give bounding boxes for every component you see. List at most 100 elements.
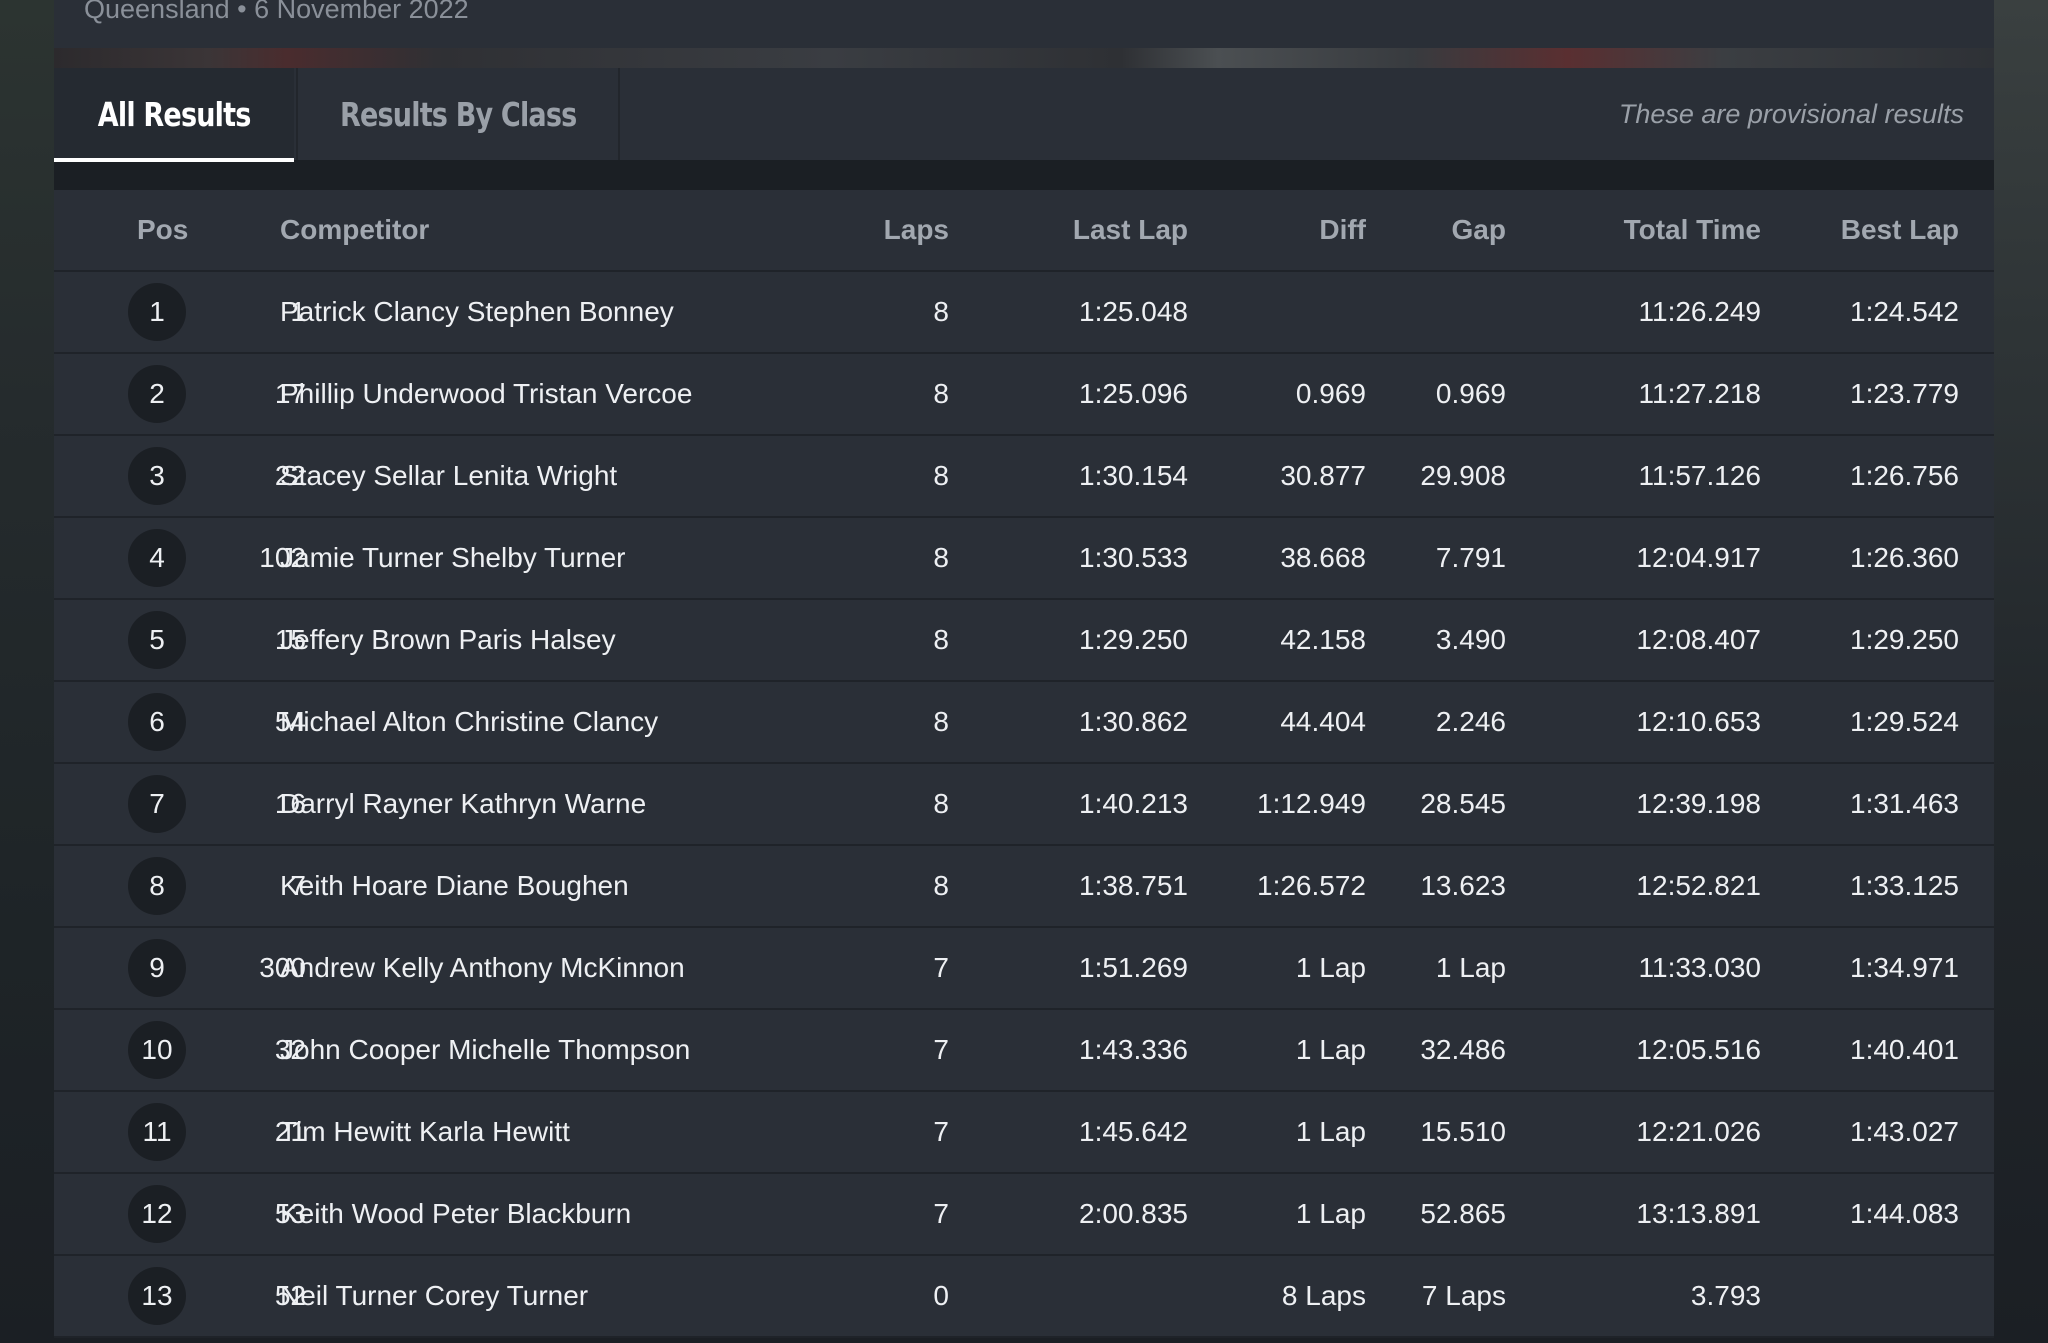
total-time-value: 11:57.126 — [1638, 460, 1762, 491]
position-badge: 7 — [128, 775, 186, 833]
column-header-pos[interactable]: Pos — [137, 190, 188, 270]
best-lap-value: 1:40.401 — [1850, 1034, 1959, 1065]
gap-value: 28.545 — [1420, 788, 1506, 819]
competitor-name[interactable]: Patrick Clancy Stephen Bonney — [280, 272, 674, 352]
last-lap-value: 1:38.751 — [1079, 870, 1188, 901]
gap-value: 7 Laps — [1421, 1280, 1506, 1311]
gap-value: 1 Lap — [1435, 952, 1506, 983]
position-badge: 1 — [128, 283, 186, 341]
laps-value: 7 — [933, 952, 949, 983]
best-lap-value: 1:44.083 — [1850, 1198, 1959, 1229]
tab-all-results[interactable]: All Results — [54, 68, 294, 162]
competitor-name[interactable]: Michael Alton Christine Clancy — [280, 682, 658, 762]
diff-value: 8 Laps — [1281, 1280, 1366, 1311]
total-time-value: 12:21.026 — [1636, 1116, 1761, 1147]
best-lap-value: 1:24.542 — [1850, 296, 1959, 327]
laps-value: 8 — [933, 706, 949, 737]
diff-value: 0.969 — [1295, 378, 1366, 409]
laps-value: 8 — [933, 460, 949, 491]
column-header-total-time[interactable]: Total Time — [1624, 190, 1761, 270]
total-time-value: 11:33.030 — [1638, 952, 1762, 983]
competitor-name[interactable]: John Cooper Michelle Thompson — [280, 1010, 690, 1090]
tab-results-by-class-label: Results By Class — [339, 94, 577, 134]
competitor-name[interactable]: Stacey Sellar Lenita Wright — [280, 436, 617, 516]
competitor-name[interactable]: Tim Hewitt Karla Hewitt — [280, 1092, 570, 1172]
diff-value: 1:12.949 — [1257, 788, 1366, 819]
best-lap-value: 1:29.250 — [1850, 624, 1959, 655]
gap-value: 32.486 — [1420, 1034, 1506, 1065]
table-row[interactable]: 12 53 Keith Wood Peter Blackburn 7 2:00.… — [54, 1174, 1994, 1256]
competitor-name[interactable]: Jamie Turner Shelby Turner — [280, 518, 626, 598]
competitor-name[interactable]: Phillip Underwood Tristan Vercoe — [280, 354, 692, 434]
table-row[interactable]: 11 21 Tim Hewitt Karla Hewitt 7 1:45.642… — [54, 1092, 1994, 1174]
best-lap-value: 1:33.125 — [1850, 870, 1959, 901]
best-lap-value: 1:26.756 — [1850, 460, 1959, 491]
table-row[interactable]: 1 1 Patrick Clancy Stephen Bonney 8 1:25… — [54, 272, 1994, 354]
total-time-value: 12:10.653 — [1636, 706, 1761, 737]
best-lap-value: 1:23.779 — [1850, 378, 1959, 409]
laps-value: 7 — [933, 1116, 949, 1147]
total-time-value: 11:27.218 — [1638, 378, 1762, 409]
position-badge: 13 — [128, 1267, 186, 1325]
table-row[interactable]: 6 54 Michael Alton Christine Clancy 8 1:… — [54, 682, 1994, 764]
table-row[interactable]: 8 7 Keith Hoare Diane Boughen 8 1:38.751… — [54, 846, 1994, 928]
total-time-value: 12:08.407 — [1636, 624, 1761, 655]
position-badge: 2 — [128, 365, 186, 423]
table-body: 1 1 Patrick Clancy Stephen Bonney 8 1:25… — [54, 272, 1994, 1338]
column-header-competitor[interactable]: Competitor — [280, 190, 429, 270]
table-row[interactable]: 2 17 Phillip Underwood Tristan Vercoe 8 … — [54, 354, 1994, 436]
laps-value: 8 — [933, 542, 949, 573]
background-right — [1994, 0, 2048, 1343]
position-badge: 3 — [128, 447, 186, 505]
table-row[interactable]: 3 22 Stacey Sellar Lenita Wright 8 1:30.… — [54, 436, 1994, 518]
event-banner-image — [54, 48, 1994, 68]
laps-value: 8 — [933, 624, 949, 655]
diff-value: 1:26.572 — [1257, 870, 1366, 901]
gap-value: 15.510 — [1420, 1116, 1506, 1147]
table-row[interactable]: 9 300 Andrew Kelly Anthony McKinnon 7 1:… — [54, 928, 1994, 1010]
total-time-value: 12:39.198 — [1636, 788, 1761, 819]
table-row[interactable]: 7 16 Darryl Rayner Kathryn Warne 8 1:40.… — [54, 764, 1994, 846]
event-subtitle: Queensland • 6 November 2022 — [84, 0, 469, 24]
position-badge: 4 — [128, 529, 186, 587]
last-lap-value: 1:25.048 — [1079, 296, 1188, 327]
laps-value: 8 — [933, 870, 949, 901]
total-time-value: 12:52.821 — [1636, 870, 1761, 901]
last-lap-value: 2:00.835 — [1079, 1198, 1188, 1229]
last-lap-value: 1:45.642 — [1079, 1116, 1188, 1147]
column-header-best-lap[interactable]: Best Lap — [1841, 190, 1959, 270]
competitor-name[interactable]: Neil Turner Corey Turner — [280, 1256, 588, 1336]
last-lap-value: 1:30.154 — [1079, 460, 1188, 491]
diff-value: 1 Lap — [1295, 1198, 1366, 1229]
column-header-gap[interactable]: Gap — [1452, 190, 1506, 270]
column-header-laps[interactable]: Laps — [884, 190, 949, 270]
best-lap-value: 1:29.524 — [1850, 706, 1959, 737]
competitor-name[interactable]: Keith Hoare Diane Boughen — [280, 846, 629, 926]
table-row[interactable]: 4 102 Jamie Turner Shelby Turner 8 1:30.… — [54, 518, 1994, 600]
gap-value: 13.623 — [1420, 870, 1506, 901]
last-lap-value: 1:25.096 — [1079, 378, 1188, 409]
column-header-last-lap[interactable]: Last Lap — [1073, 190, 1188, 270]
competitor-name[interactable]: Darryl Rayner Kathryn Warne — [280, 764, 646, 844]
diff-value: 1 Lap — [1295, 952, 1366, 983]
position-badge: 12 — [128, 1185, 186, 1243]
diff-value: 1 Lap — [1295, 1116, 1366, 1147]
laps-value: 7 — [933, 1198, 949, 1229]
competitor-name[interactable]: Jeffery Brown Paris Halsey — [280, 600, 616, 680]
table-row[interactable]: 13 52 Neil Turner Corey Turner 0 8 Laps … — [54, 1256, 1994, 1338]
tab-results-by-class[interactable]: Results By Class — [296, 68, 620, 160]
position-badge: 10 — [128, 1021, 186, 1079]
gap-value: 52.865 — [1420, 1198, 1506, 1229]
best-lap-value: 1:26.360 — [1850, 542, 1959, 573]
position-badge: 9 — [128, 939, 186, 997]
last-lap-value: 1:43.336 — [1079, 1034, 1188, 1065]
laps-value: 8 — [933, 788, 949, 819]
column-header-diff[interactable]: Diff — [1319, 190, 1366, 270]
position-badge: 8 — [128, 857, 186, 915]
best-lap-value: 1:43.027 — [1850, 1116, 1959, 1147]
table-row[interactable]: 10 32 John Cooper Michelle Thompson 7 1:… — [54, 1010, 1994, 1092]
competitor-name[interactable]: Andrew Kelly Anthony McKinnon — [280, 928, 685, 1008]
laps-value: 0 — [933, 1280, 949, 1311]
competitor-name[interactable]: Keith Wood Peter Blackburn — [280, 1174, 631, 1254]
table-row[interactable]: 5 15 Jeffery Brown Paris Halsey 8 1:29.2… — [54, 600, 1994, 682]
